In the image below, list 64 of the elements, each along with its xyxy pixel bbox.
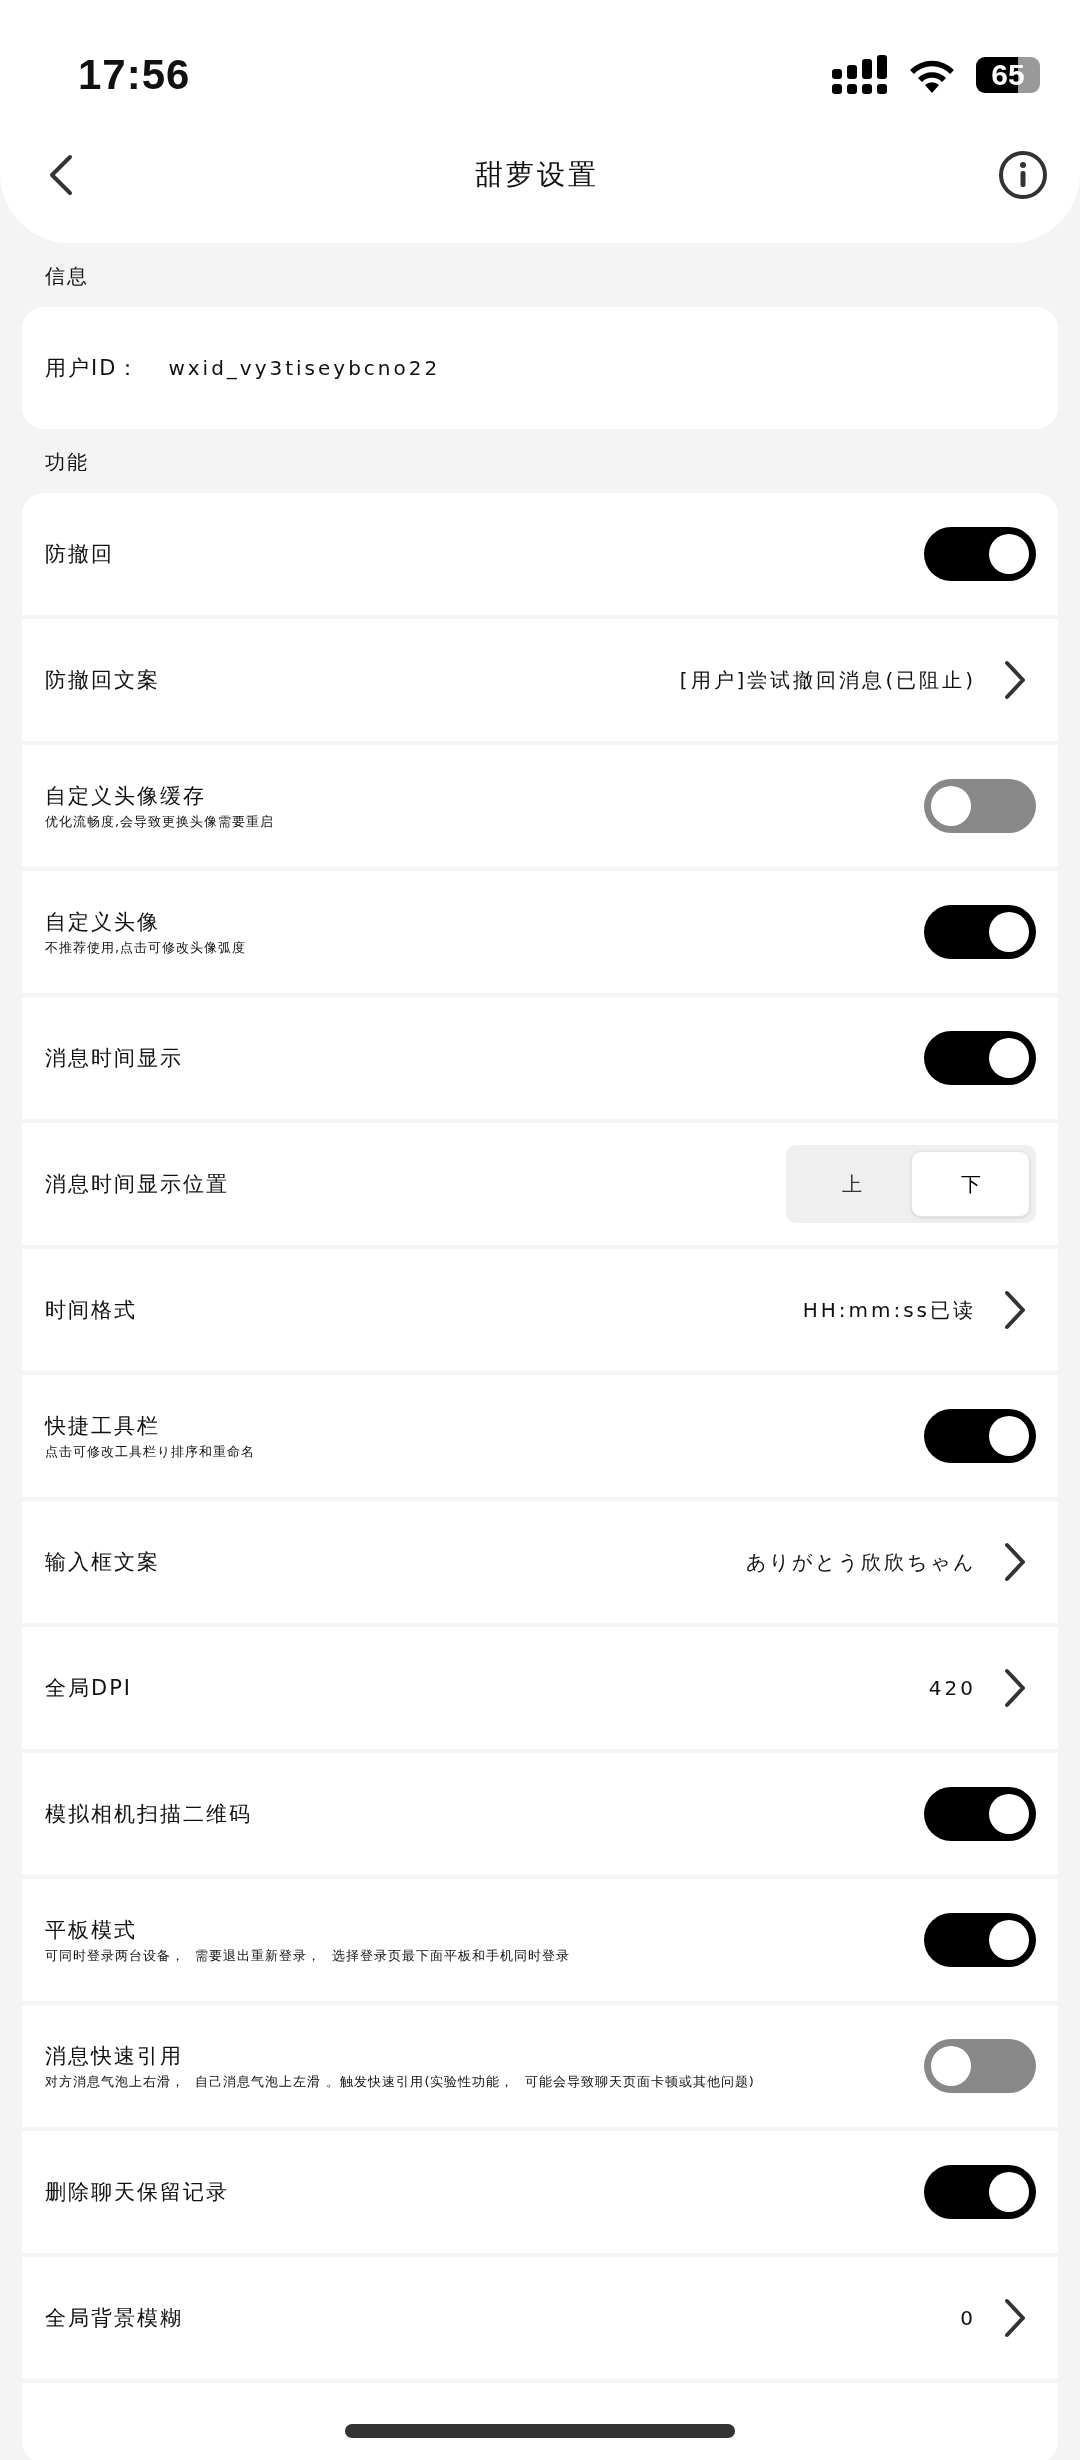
signal-icon bbox=[832, 55, 888, 95]
clock-time: 17:56 bbox=[78, 51, 191, 99]
row-label: 防撤回 bbox=[45, 541, 114, 568]
row-value: ありがとう欣欣ちゃん bbox=[746, 1548, 976, 1576]
settings-row[interactable]: 自定义头像缓存 优化流畅度,会导致更换头像需要重启 bbox=[22, 745, 1058, 867]
row-description: 不推荐使用,点击可修改头像弧度 bbox=[45, 938, 247, 957]
row-value: [用户]尝试撤回消息(已阻止) bbox=[679, 666, 976, 694]
row-label: 消息时间显示位置 bbox=[45, 1171, 229, 1198]
settings-row[interactable]: 消息时间显示 bbox=[22, 997, 1058, 1119]
settings-row[interactable]: 防撤回 bbox=[22, 493, 1058, 615]
chevron-right-icon bbox=[1004, 1542, 1026, 1582]
row-label: 输入框文案 bbox=[45, 1549, 160, 1576]
toggle-switch[interactable] bbox=[924, 1409, 1036, 1463]
settings-row[interactable]: 消息时间显示位置 上 下 bbox=[22, 1123, 1058, 1245]
row-label: 快捷工具栏 bbox=[45, 1412, 161, 1440]
row-label: 用户ID： bbox=[45, 355, 141, 382]
chevron-right-icon bbox=[1004, 660, 1026, 700]
section-heading: 功能 bbox=[44, 449, 90, 476]
settings-row[interactable]: 输入框文案 ありがとう欣欣ちゃん bbox=[22, 1501, 1058, 1623]
chevron-right-icon bbox=[1004, 1290, 1026, 1330]
row-description: 优化流畅度,会导致更换头像需要重启 bbox=[45, 812, 275, 831]
row-label: 模拟相机扫描二维码 bbox=[45, 1801, 252, 1828]
row-label: 防撤回文案 bbox=[45, 667, 160, 694]
toggle-switch[interactable] bbox=[924, 1913, 1036, 1967]
row-label: 自定义头像缓存 bbox=[45, 782, 207, 810]
page-title: 甜萝设置 bbox=[475, 157, 599, 193]
row-label: 时间格式 bbox=[45, 1297, 137, 1324]
chevron-right-icon bbox=[1004, 1668, 1026, 1708]
row-value: 420 bbox=[928, 1676, 976, 1700]
row-label: 平板模式 bbox=[45, 1916, 138, 1944]
settings-row[interactable]: 全局DPI 420 bbox=[22, 1627, 1058, 1749]
settings-row[interactable]: 消息快速引用 对方消息气泡上右滑， 自己消息气泡上左滑 。触发快速引用(实验性功能， 可能会导致聊天页面卡顿或其他问题) bbox=[22, 2005, 1058, 2127]
row-label: 全局DPI bbox=[45, 1675, 133, 1702]
toggle-switch[interactable] bbox=[924, 527, 1036, 581]
row-description: 点击可修改工具栏り排序和重命名 bbox=[45, 1442, 255, 1461]
user-id-value: wxid_vy3tiseybcno22 bbox=[168, 356, 441, 380]
row-label: 消息快速引用 bbox=[45, 2042, 184, 2070]
settings-row[interactable]: 防撤回文案 [用户]尝试撤回消息(已阻止) bbox=[22, 619, 1058, 741]
toggle-switch[interactable] bbox=[924, 1031, 1036, 1085]
row-value: 0 bbox=[960, 2306, 976, 2330]
toggle-switch[interactable] bbox=[924, 1787, 1036, 1841]
toggle-switch[interactable] bbox=[924, 905, 1036, 959]
row-description: 对方消息气泡上右滑， 自己消息气泡上左滑 。触发快速引用(实验性功能， 可能会导致聊天页面卡顿或其他问题) bbox=[45, 2072, 755, 2091]
settings-row[interactable]: 时间格式 HH:mm:ss已读 bbox=[22, 1249, 1058, 1371]
row-label: 删除聊天保留记录 bbox=[45, 2179, 229, 2206]
settings-row[interactable]: 自定义头像 不推荐使用,点击可修改头像弧度 bbox=[22, 871, 1058, 993]
row-label: 消息时间显示 bbox=[45, 1045, 183, 1072]
settings-row[interactable]: 模拟相机扫描二维码 bbox=[22, 1753, 1058, 1875]
row-description: 可同时登录两台设备， 需要退出重新登录， 选择登录页最下面平板和手机同时登录 bbox=[45, 1946, 570, 1965]
settings-row[interactable]: 平板模式 可同时登录两台设备， 需要退出重新登录， 选择登录页最下面平板和手机同时登录 bbox=[22, 1879, 1058, 2001]
settings-row[interactable]: 全局背景模糊 0 bbox=[22, 2257, 1058, 2379]
row-value: HH:mm:ss已读 bbox=[802, 1296, 976, 1324]
toggle-switch[interactable] bbox=[924, 2039, 1036, 2093]
segment-option[interactable]: 下 bbox=[911, 1151, 1030, 1217]
row-label: 自定义头像 bbox=[45, 908, 161, 936]
section-heading: 信息 bbox=[44, 263, 90, 290]
toggle-switch[interactable] bbox=[924, 779, 1036, 833]
info-icon[interactable] bbox=[998, 150, 1048, 200]
segment-option[interactable]: 上 bbox=[792, 1151, 911, 1217]
toggle-switch[interactable] bbox=[924, 2165, 1036, 2219]
settings-row[interactable]: 删除聊天保留记录 bbox=[22, 2131, 1058, 2253]
settings-row[interactable]: 快捷工具栏 点击可修改工具栏り排序和重命名 bbox=[22, 1375, 1058, 1497]
row-label: 全局背景模糊 bbox=[45, 2305, 183, 2332]
chevron-right-icon bbox=[1004, 2298, 1026, 2338]
